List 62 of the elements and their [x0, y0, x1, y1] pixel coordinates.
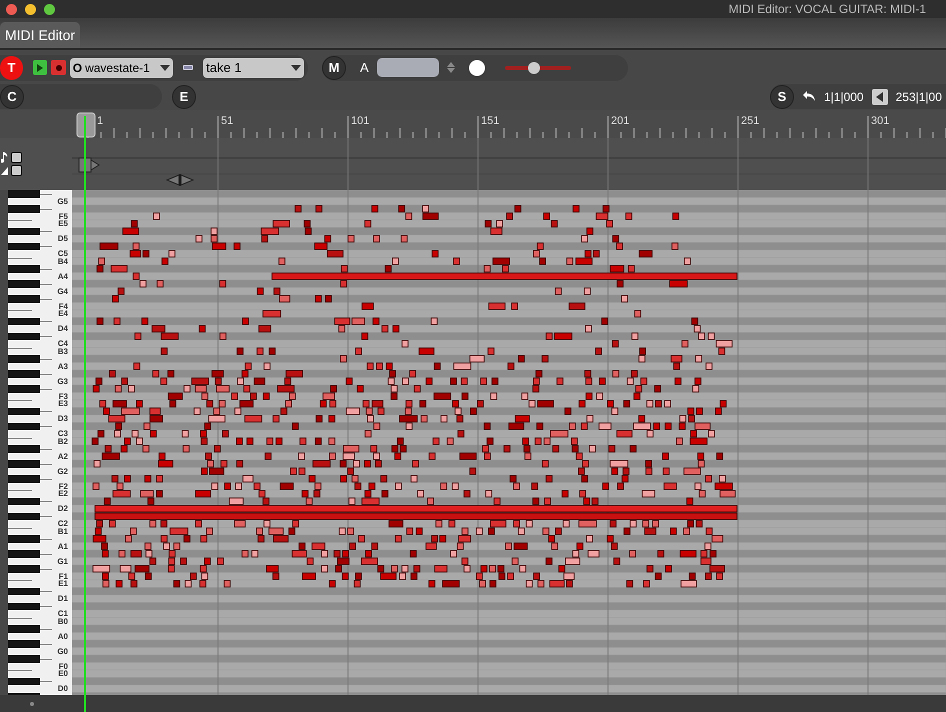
- bar-number: 251: [741, 115, 760, 127]
- key-label: B4: [58, 258, 68, 265]
- key-label: F1: [58, 572, 68, 580]
- key-label: D4: [58, 325, 68, 332]
- window-title: MIDI Editor: VOCAL GUITAR: MIDI-1: [728, 1, 926, 18]
- e-button[interactable]: E: [172, 84, 196, 108]
- key-label: E1: [58, 580, 68, 588]
- instrument-name: wavestate-1: [85, 60, 150, 76]
- key-label: D2: [58, 505, 68, 512]
- key-label: B0: [58, 618, 68, 625]
- key-label: A3: [58, 362, 68, 370]
- bar-number: 201: [611, 115, 630, 127]
- key-label: B1: [58, 528, 68, 535]
- m-button[interactable]: M: [322, 56, 346, 80]
- key-label: D3: [58, 415, 68, 422]
- instrument-prefix: O: [72, 60, 82, 76]
- key-label: A4: [58, 272, 68, 280]
- instrument-dropdown[interactable]: O wavestate-1: [70, 58, 174, 78]
- key-label: G4: [57, 288, 68, 295]
- key-label: C4: [58, 340, 68, 348]
- key-label: E4: [58, 310, 68, 318]
- key-label: E0: [58, 670, 68, 678]
- a-label: A: [360, 58, 369, 77]
- piano-keyboard[interactable]: G5 F5 E5 D5 C5 B4 A4 G4 F4 E4 D4 C4 B3 A3 G3 F3 E3 D3 C3 B2 A2 G2 F2 E2 D2 C2 B1 A1 G1 F1 E1 D1 C1 B0 A0 G0 F0 E0 D0: [8, 190, 72, 695]
- key-label: A1: [58, 542, 68, 550]
- key-label: C1: [58, 610, 68, 618]
- key-label: E5: [58, 220, 68, 228]
- key-label: C2: [58, 520, 68, 528]
- key-label: F2: [58, 482, 68, 490]
- bar-number: 151: [481, 115, 500, 127]
- key-label: F5: [58, 212, 68, 220]
- key-label: D0: [58, 685, 68, 692]
- key-label: G2: [57, 468, 68, 475]
- bar-number: 51: [221, 115, 234, 127]
- c-button[interactable]: C: [0, 84, 24, 108]
- key-label: G5: [57, 198, 68, 205]
- key-label: F0: [58, 662, 68, 670]
- tab[interactable]: MIDI Editor: [0, 22, 80, 48]
- key-label: A2: [58, 452, 68, 460]
- bar-number: 301: [871, 115, 890, 127]
- key-label: B3: [58, 348, 68, 355]
- key-label: G3: [57, 378, 68, 385]
- key-label: F4: [58, 302, 68, 310]
- key-label: E2: [58, 490, 68, 498]
- key-label: C5: [58, 250, 68, 258]
- key-label: G1: [57, 558, 68, 565]
- key-label: F3: [58, 392, 68, 400]
- key-label: B2: [58, 438, 68, 445]
- key-label: E3: [58, 400, 68, 408]
- track-button[interactable]: T: [0, 56, 23, 80]
- key-label: D5: [58, 235, 68, 242]
- key-label: C3: [58, 430, 68, 438]
- bar-number: 101: [351, 115, 370, 127]
- timeline-ruler[interactable]: 1 51 101 151 201 251 301: [72, 110, 946, 138]
- bar-number: 1: [97, 115, 104, 127]
- take-dropdown[interactable]: take 1: [203, 58, 304, 78]
- end-position: 253|1|00: [896, 88, 942, 106]
- start-position: 1|1|000: [824, 88, 864, 106]
- key-label: A0: [58, 632, 68, 640]
- key-label: D1: [58, 595, 68, 602]
- s-button[interactable]: S: [770, 84, 794, 108]
- key-label: G0: [57, 648, 68, 655]
